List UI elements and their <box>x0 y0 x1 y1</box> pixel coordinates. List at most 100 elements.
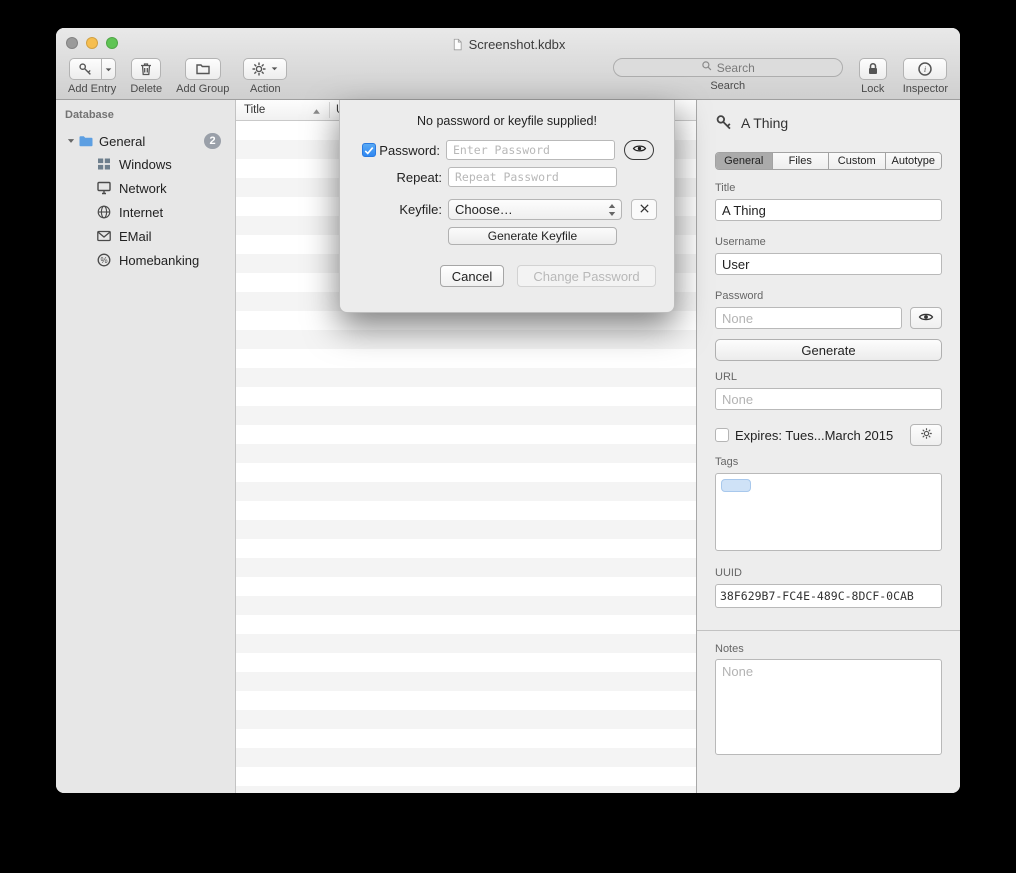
uuid-field[interactable] <box>715 584 942 608</box>
reveal-password-button[interactable] <box>910 307 942 329</box>
uuid-field-label: UUID <box>715 567 942 579</box>
inspector-divider <box>697 630 960 631</box>
notes-field-label: Notes <box>715 643 942 655</box>
delete-label: Delete <box>130 83 162 95</box>
envelope-icon <box>96 228 112 244</box>
lock-icon <box>865 61 881 77</box>
password-label: Password: <box>376 143 440 158</box>
reveal-password-button[interactable] <box>624 140 654 160</box>
action-button[interactable] <box>243 58 287 80</box>
delete-toolbar-item: Delete <box>130 58 162 95</box>
password-input[interactable] <box>446 140 615 160</box>
sidebar-item-windows[interactable]: Windows <box>96 153 235 175</box>
change-password-button[interactable]: Change Password <box>517 265 656 287</box>
window-chrome: Screenshot.kdbx Add Entry <box>56 28 960 100</box>
delete-button[interactable] <box>131 58 161 80</box>
tab-autotype[interactable]: Autotype <box>886 153 942 169</box>
svg-text:i: i <box>924 64 927 74</box>
inspector-tabs: General Files Custom Autotype <box>715 152 942 170</box>
add-group-button[interactable] <box>185 58 221 80</box>
window-title: Screenshot.kdbx <box>469 37 566 52</box>
title-field[interactable] <box>715 199 942 221</box>
titlebar: Screenshot.kdbx <box>56 35 960 53</box>
stepper-arrows-icon <box>607 202 617 221</box>
search-placeholder: Search <box>717 61 755 75</box>
trash-icon <box>138 61 154 77</box>
tags-field-label: Tags <box>715 456 942 468</box>
entry-count-badge: 2 <box>204 133 221 149</box>
password-field[interactable] <box>715 307 902 329</box>
tab-general[interactable]: General <box>716 153 773 169</box>
sidebar-item-label: Internet <box>119 205 163 220</box>
toolbar: Add Entry Delete <box>56 56 960 100</box>
app-window: Screenshot.kdbx Add Entry <box>56 28 960 793</box>
sidebar-item-internet[interactable]: Internet <box>96 201 235 223</box>
sort-ascending-icon <box>312 106 321 118</box>
sidebar-item-network[interactable]: Network <box>96 177 235 199</box>
add-group-label: Add Group <box>176 83 229 95</box>
svg-text:%: % <box>100 256 107 265</box>
repeat-row: Repeat: <box>362 167 674 187</box>
action-toolbar-item: Action <box>243 58 287 95</box>
column-header-title[interactable]: Title <box>244 104 265 116</box>
cancel-button[interactable]: Cancel <box>440 265 504 287</box>
search-label: Search <box>710 80 745 92</box>
tab-custom[interactable]: Custom <box>829 153 886 169</box>
search-input[interactable]: Search <box>613 58 843 77</box>
disclosure-triangle-icon[interactable] <box>64 136 78 146</box>
key-icon[interactable] <box>69 58 101 80</box>
password-row: Password: <box>362 140 674 160</box>
add-entry-toolbar-item: Add Entry <box>68 58 116 95</box>
close-icon <box>639 201 650 219</box>
entry-title: A Thing <box>741 115 788 131</box>
keyfile-popup[interactable]: Choose… <box>448 199 622 220</box>
sidebar-item-label: General <box>99 134 145 149</box>
sheet-message: No password or keyfile supplied! <box>340 114 674 128</box>
globe-icon <box>96 204 112 220</box>
sidebar-item-homebanking[interactable]: % Homebanking <box>96 249 235 271</box>
add-entry-dropdown[interactable] <box>101 58 116 80</box>
clear-keyfile-button[interactable] <box>631 199 657 220</box>
title-field-label: Title <box>715 182 942 194</box>
inspector-label: Inspector <box>903 83 948 95</box>
expires-checkbox[interactable] <box>715 428 729 442</box>
document-icon <box>451 37 464 52</box>
expires-settings-button[interactable] <box>910 424 942 446</box>
folder-icon <box>78 133 94 149</box>
eye-icon <box>632 141 647 159</box>
repeat-input[interactable] <box>448 167 617 187</box>
generate-password-button[interactable]: Generate <box>715 339 942 361</box>
generate-keyfile-button[interactable]: Generate Keyfile <box>448 227 617 245</box>
entry-header: A Thing <box>715 114 942 132</box>
add-group-toolbar-item: Add Group <box>176 58 229 95</box>
repeat-label: Repeat: <box>362 170 442 185</box>
lock-button[interactable] <box>859 58 887 80</box>
sidebar-item-label: Network <box>119 181 167 196</box>
sidebar-item-email[interactable]: EMail <box>96 225 235 247</box>
add-entry-label: Add Entry <box>68 83 116 95</box>
url-field-label: URL <box>715 371 942 383</box>
gear-icon <box>920 427 933 443</box>
sheet-buttons: Cancel Change Password <box>440 265 674 287</box>
add-entry-button[interactable] <box>69 58 116 80</box>
windows-icon <box>96 156 112 172</box>
tag-token[interactable] <box>721 479 751 492</box>
sidebar-item-label: EMail <box>119 229 152 244</box>
notes-field[interactable]: None <box>715 659 942 755</box>
tab-files[interactable]: Files <box>773 153 830 169</box>
sidebar: Database General 2 Windows <box>56 100 236 793</box>
tags-field[interactable] <box>715 473 942 551</box>
info-icon: i <box>917 61 933 77</box>
keyfile-popup-value: Choose… <box>455 202 513 217</box>
sidebar-item-general[interactable]: General 2 <box>56 130 235 152</box>
password-checkbox[interactable] <box>362 143 376 157</box>
sidebar-section-header: Database <box>65 109 114 121</box>
password-field-label: Password <box>715 290 942 302</box>
url-field[interactable] <box>715 388 942 410</box>
username-field[interactable] <box>715 253 942 275</box>
keyfile-row: Keyfile: Choose… <box>362 199 674 220</box>
screen: Screenshot.kdbx Add Entry <box>0 0 1016 873</box>
inspector-button[interactable]: i <box>903 58 947 80</box>
column-divider[interactable] <box>329 102 330 118</box>
inspector-panel: A Thing General Files Custom Autotype Ti… <box>696 100 960 793</box>
